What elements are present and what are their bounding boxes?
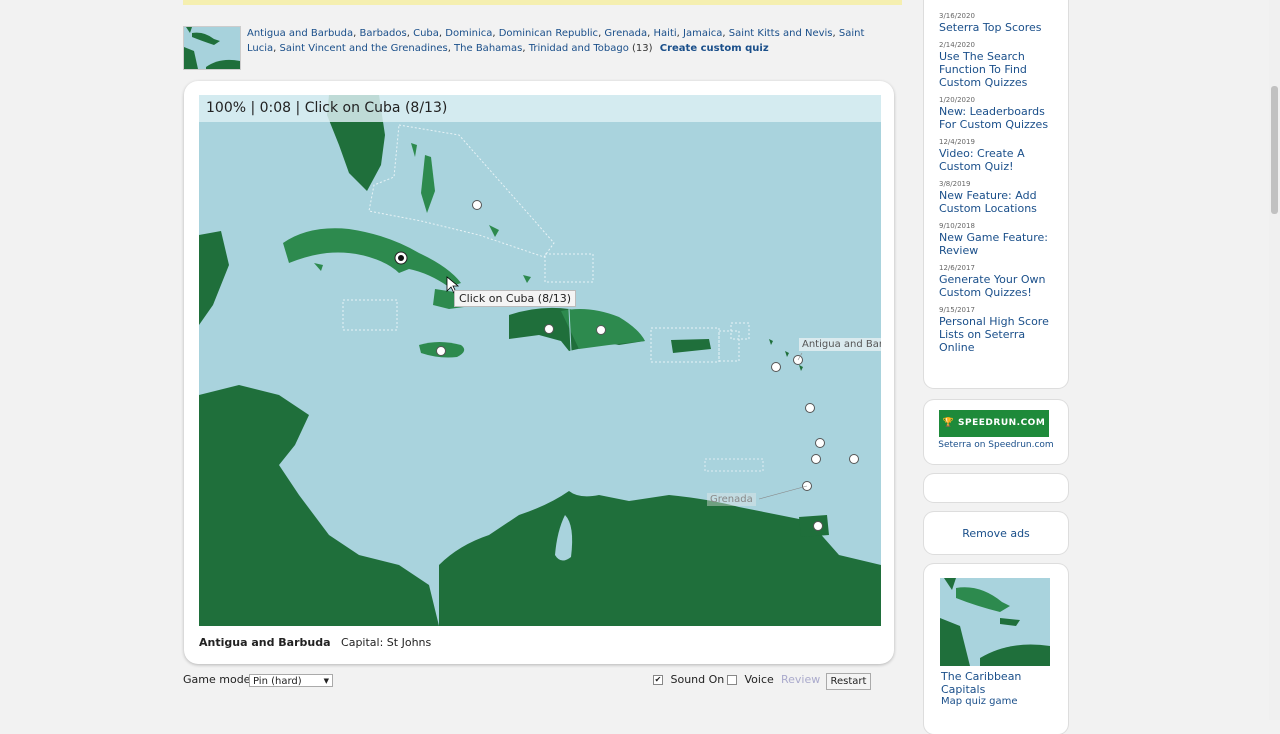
news-title[interactable]: New Game Feature: Review [939, 231, 1061, 257]
related-quiz-thumbnail[interactable] [940, 578, 1050, 666]
country-link[interactable]: Haiti [654, 28, 677, 39]
news-date: 3/16/2020 [939, 12, 975, 20]
sound-checkbox[interactable]: ✔ [653, 675, 663, 685]
news-date: 1/20/2020 [939, 96, 975, 104]
pin-jamaica [436, 346, 446, 356]
info-country-name: Antigua and Barbuda [199, 636, 331, 649]
country-link[interactable]: Trinidad and Tobago [529, 43, 629, 54]
country-info: Antigua and Barbuda Capital: St Johns [199, 636, 431, 649]
news-item[interactable]: 12/6/2017 Generate Your Own Custom Quizze… [939, 264, 1061, 299]
news-title[interactable]: Generate Your Own Custom Quizzes! [939, 273, 1061, 299]
related-quiz-subtitle: Map quiz game [941, 696, 1018, 707]
country-link[interactable]: Barbados [359, 28, 406, 39]
game-mode-value: Pin (hard) [253, 676, 302, 687]
game-card: 100% | 0:08 | Click on Cuba (8/13) Click… [184, 81, 894, 664]
news-item[interactable]: 12/4/2019 Video: Create A Custom Quiz! [939, 138, 1061, 173]
caribbean-map[interactable] [199, 95, 881, 626]
notice-bar [183, 0, 902, 5]
country-link[interactable]: Dominica [445, 28, 492, 39]
restart-button[interactable]: Restart [826, 673, 871, 690]
country-link[interactable]: Saint Kitts and Nevis [729, 28, 833, 39]
country-link[interactable]: Antigua and Barbuda [247, 28, 353, 39]
chevron-down-icon: ▼ [323, 677, 329, 685]
pin-barbados [849, 454, 859, 464]
pin-dominica [805, 403, 815, 413]
news-title[interactable]: Video: Create A Custom Quiz! [939, 147, 1061, 173]
news-item[interactable]: 1/20/2020 New: Leaderboards For Custom Qu… [939, 96, 1061, 131]
quiz-map[interactable]: 100% | 0:08 | Click on Cuba (8/13) Click… [199, 95, 881, 626]
news-date: 9/10/2018 [939, 222, 975, 230]
remove-ads-link[interactable]: Remove ads [924, 527, 1068, 540]
speedrun-card[interactable]: 🏆 SPEEDRUN.COM Seterra on Speedrun.com [924, 400, 1068, 464]
label-antigua: Antigua and Bar [799, 338, 881, 351]
review-link[interactable]: Review [781, 673, 820, 686]
country-link[interactable]: Cuba [413, 28, 439, 39]
quiz-thumbnail[interactable] [183, 26, 241, 70]
news-item[interactable]: 9/15/2017 Personal High Score Lists on Se… [939, 306, 1061, 354]
news-item[interactable]: 9/10/2018 New Game Feature: Review [939, 222, 1061, 257]
empty-ad-card [924, 474, 1068, 502]
pin-saint-lucia [815, 438, 825, 448]
country-link[interactable]: Jamaica [683, 28, 722, 39]
speedrun-logo-text: SPEEDRUN.COM [958, 418, 1046, 428]
news-date: 9/15/2017 [939, 306, 975, 314]
news-card: 3/16/2020 Seterra Top Scores 2/14/2020 Use … [924, 0, 1068, 388]
info-capital: Capital: St Johns [341, 636, 432, 649]
game-mode-label: Game mode: [183, 673, 255, 686]
news-date: 3/8/2019 [939, 180, 971, 188]
news-item[interactable]: 2/14/2020 Use The Search Function To Find… [939, 41, 1061, 89]
pin-saint-vincent [811, 454, 821, 464]
trophy-icon: 🏆 [942, 418, 955, 428]
country-list: Antigua and Barbuda, Barbados, Cuba, Dom… [247, 28, 865, 54]
page-scrollbar[interactable] [1269, 0, 1280, 720]
country-link[interactable]: Saint Vincent and the Grenadines [280, 43, 448, 54]
news-date: 2/14/2020 [939, 41, 975, 49]
country-count: (13) [632, 43, 653, 54]
game-mode-select[interactable]: Pin (hard) ▼ [249, 674, 333, 687]
news-title[interactable]: Seterra Top Scores [939, 21, 1061, 34]
scrollbar-thumb[interactable] [1271, 86, 1278, 214]
related-quiz-title[interactable]: The Caribbean Capitals [941, 670, 1061, 696]
game-controls: Game mode: Pin (hard) ▼ ✔ Sound On Voice… [183, 673, 883, 690]
news-title[interactable]: Personal High Score Lists on Seterra Onl… [939, 315, 1061, 354]
voice-label: Voice [744, 673, 774, 686]
pin-dominican-republic [596, 325, 606, 335]
sound-label: Sound On [670, 673, 725, 686]
sound-toggle[interactable]: ✔ Sound On [653, 673, 724, 686]
country-link[interactable]: Dominican Republic [499, 28, 598, 39]
news-date: 12/4/2019 [939, 138, 975, 146]
news-title[interactable]: New: Leaderboards For Custom Quizzes [939, 105, 1061, 131]
voice-toggle[interactable]: Voice [727, 673, 774, 686]
country-link[interactable]: The Bahamas [454, 43, 522, 54]
news-title[interactable]: Use The Search Function To Find Custom Q… [939, 50, 1061, 89]
quiz-status-bar: 100% | 0:08 | Click on Cuba (8/13) [199, 95, 881, 122]
pin-haiti [544, 324, 554, 334]
pin-saint-kitts [771, 362, 781, 372]
remove-ads-card[interactable]: Remove ads [924, 512, 1068, 554]
speedrun-logo[interactable]: 🏆 SPEEDRUN.COM [939, 410, 1049, 437]
pin-bahamas [472, 200, 482, 210]
create-custom-quiz-link[interactable]: Create custom quiz [660, 43, 769, 54]
label-grenada: Grenada [707, 493, 756, 506]
related-quiz-card[interactable]: The Caribbean Capitals Map quiz game [924, 564, 1068, 734]
country-link[interactable]: Grenada [604, 28, 647, 39]
speedrun-caption[interactable]: Seterra on Speedrun.com [924, 440, 1068, 450]
news-item[interactable]: 3/16/2020 Seterra Top Scores [939, 12, 1061, 34]
news-date: 12/6/2017 [939, 264, 975, 272]
pin-trinidad [813, 521, 823, 531]
map-tooltip: Click on Cuba (8/13) [454, 290, 577, 307]
news-item[interactable]: 3/8/2019 New Feature: Add Custom Location… [939, 180, 1061, 215]
news-title[interactable]: New Feature: Add Custom Locations [939, 189, 1061, 215]
voice-checkbox[interactable] [727, 675, 737, 685]
